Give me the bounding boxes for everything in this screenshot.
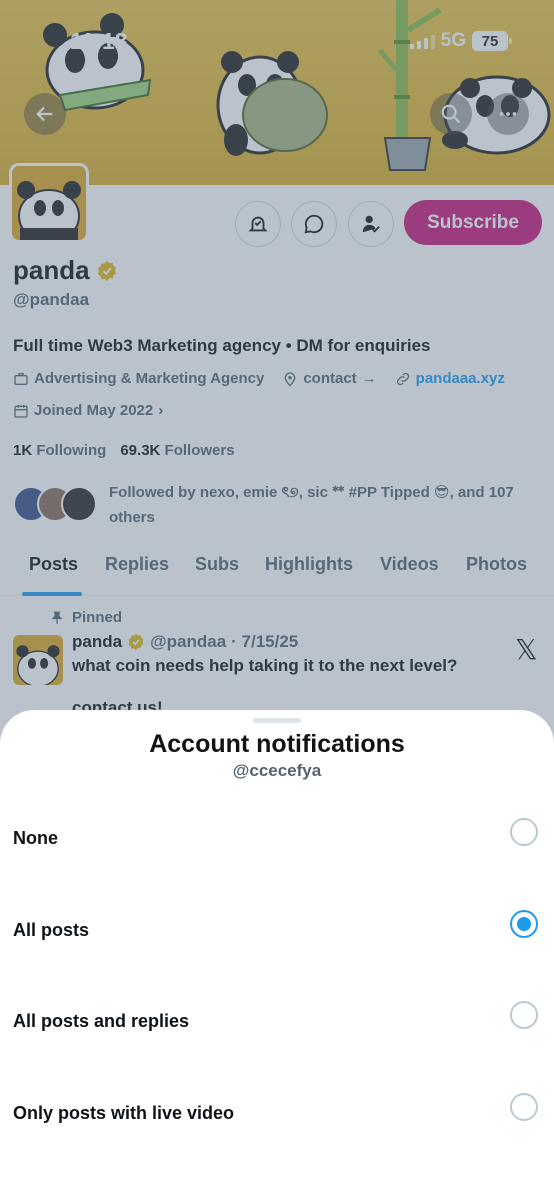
option-label: All posts [13,920,90,940]
option-label: None [13,828,58,848]
option-none[interactable]: None [0,810,554,870]
radio-button-selected[interactable] [510,910,538,938]
sheet-subtitle: @ccecefya [232,761,322,780]
notifications-sheet: Account notifications @ccecefya None All… [0,710,554,1200]
option-live-video[interactable]: Only posts with live video [0,1085,554,1145]
sheet-grabber[interactable] [253,718,301,723]
radio-button[interactable] [510,818,538,846]
radio-button[interactable] [510,1093,538,1121]
radio-button[interactable] [510,1001,538,1029]
option-all-posts-replies[interactable]: All posts and replies [0,993,554,1053]
option-label: All posts and replies [13,1011,190,1031]
option-all-posts[interactable]: All posts [0,902,554,962]
option-label: Only posts with live video [13,1103,235,1123]
sheet-title: Account notifications [149,730,405,758]
